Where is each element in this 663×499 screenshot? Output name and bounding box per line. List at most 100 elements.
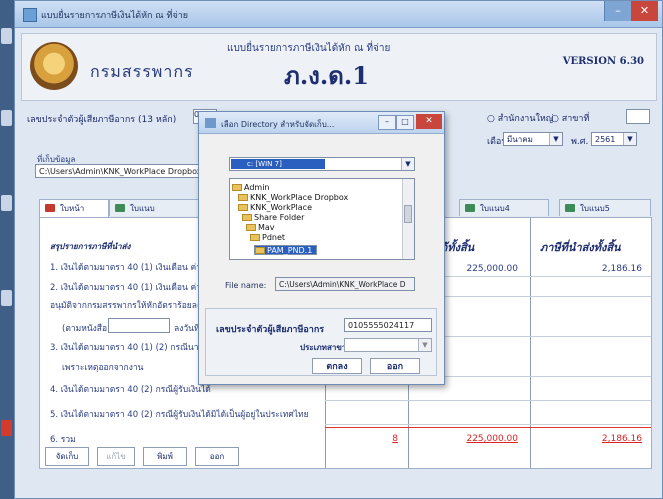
drive-select[interactable]: c: [WIN 7] ▼ xyxy=(229,157,415,171)
dialog-maximize-button[interactable]: □ xyxy=(396,115,414,130)
folder-item[interactable]: Admin xyxy=(232,183,270,193)
col-head-tax: ภาษีที่นำส่งทั้งสิ้น xyxy=(540,241,621,254)
branch-type-select[interactable]: ▼ xyxy=(344,338,432,352)
year-value: 2561 xyxy=(595,135,616,144)
line-5: 5. เงินได้ตามมาตรา 40 (2) กรณีผู้รับเงิน… xyxy=(50,410,309,420)
line-1: 1. เงินได้ตามมาตรา 40 (1) เงินเดือน ค่าจ… xyxy=(50,263,215,273)
drive-value: c: [WIN 7] xyxy=(231,159,325,169)
total-separator xyxy=(325,427,651,428)
branch-type-label: ประเภทสาขา xyxy=(300,343,347,352)
tax-row1: 2,186.16 xyxy=(601,264,642,274)
dialog-minimize-button[interactable]: – xyxy=(378,115,396,130)
form-code: ภ.ง.ด.1 xyxy=(284,61,369,90)
page-icon xyxy=(565,204,575,212)
cancel-button[interactable]: ออก xyxy=(370,358,420,374)
month-select[interactable]: มีนาคม ▼ xyxy=(503,132,563,146)
grid-line xyxy=(325,424,651,425)
desktop-icon[interactable] xyxy=(1,290,12,306)
desktop-strip xyxy=(0,0,14,499)
dialog-close-button[interactable]: ✕ xyxy=(416,114,442,129)
close-button[interactable]: ✕ xyxy=(631,1,658,21)
line-6: 6. รวม xyxy=(50,435,76,445)
dialog-tax-id-label: เลขประจำตัวผู้เสียภาษีอากร xyxy=(216,325,325,335)
tree-scrollbar[interactable] xyxy=(402,179,414,259)
location-input[interactable]: C:\Users\Admin\KNK_WorkPlace Dropbox xyxy=(35,164,215,178)
folder-label: PAM_PND.1 xyxy=(267,246,313,255)
tax-id-label: เลขประจำตัวผู้เสียภาษีอากร (13 หลัก) xyxy=(27,115,177,125)
folder-label: Pdnet xyxy=(262,233,286,242)
file-name-label: File name: xyxy=(225,281,267,290)
tab-attachment[interactable]: ใบแนบ xyxy=(109,199,209,216)
desktop-icon[interactable] xyxy=(1,195,12,211)
directory-dialog: เลือก Directory สำหรับจัดเก็บ... – □ ✕ c… xyxy=(198,111,445,385)
file-name-input[interactable]: C:\Users\Admin\KNK_WorkPlace D xyxy=(275,277,415,291)
scrollbar-thumb[interactable] xyxy=(404,205,412,223)
desktop-icon[interactable] xyxy=(1,110,12,126)
folder-label: Admin xyxy=(244,183,270,192)
form-subtitle: แบบยื่นรายการภาษีเงินได้หัก ณ ที่จ่าย xyxy=(227,43,391,54)
folder-label: KNK_WorkPlace xyxy=(250,203,313,212)
branch-number-input[interactable] xyxy=(626,109,650,124)
revenue-dept-logo xyxy=(30,42,78,90)
folder-icon xyxy=(255,247,265,254)
line-2: 2. เงินได้ตามมาตรา 40 (1) เงินเดือน ค่าจ… xyxy=(50,283,215,293)
dialog-title: เลือก Directory สำหรับจัดเก็บ... xyxy=(221,120,335,129)
section-title: สรุปรายการภาษีที่นำส่ง xyxy=(50,242,131,251)
desktop-icon[interactable] xyxy=(1,420,12,436)
folder-item[interactable]: KNK_WorkPlace Dropbox xyxy=(238,193,348,203)
radio-branch[interactable]: ○ สาขาที่ xyxy=(551,111,589,125)
line-3: 3. เงินได้ตามมาตรา 40 (1) (2) กรณีนายจ้า… xyxy=(50,343,218,353)
line-2d: ลงวันที่ xyxy=(174,324,200,334)
tab-attachment5-label: ใบแนบ5 xyxy=(580,204,610,213)
folder-item[interactable]: Share Folder xyxy=(242,213,304,223)
year-select[interactable]: 2561 ▼ xyxy=(591,132,637,146)
version-label: VERSION 6.30 xyxy=(562,56,644,67)
tab-attachment5[interactable]: ใบแนบ5 xyxy=(559,199,651,216)
chevron-down-icon: ▼ xyxy=(549,133,562,145)
dialog-title-bar: เลือก Directory สำหรับจัดเก็บ... – □ ✕ xyxy=(199,112,444,134)
folder-label: Share Folder xyxy=(254,213,305,222)
line-2c: (ตามหนังสือ xyxy=(62,324,108,334)
page-icon xyxy=(465,204,475,212)
radio-head-office[interactable]: ○ สำนักงานใหญ่ xyxy=(487,111,553,125)
folder-icon xyxy=(250,234,260,241)
minimize-button[interactable]: – xyxy=(604,1,631,21)
line-4: 4. เงินได้ตามมาตรา 40 (2) กรณีผู้รับเงิน… xyxy=(50,385,211,395)
folder-icon xyxy=(246,224,256,231)
folder-item[interactable]: Mav xyxy=(246,223,275,233)
page-icon xyxy=(115,204,125,212)
title-bar: แบบยื่นรายการภาษีเงินได้หัก ณ ที่จ่าย – … xyxy=(15,1,662,28)
agency-name: กรมสรรพากร xyxy=(90,62,194,81)
letter-number-input[interactable] xyxy=(108,318,170,333)
tab-front[interactable]: ใบหน้า xyxy=(39,199,109,218)
tab-attachment4[interactable]: ใบแนบ4 xyxy=(459,199,549,216)
exit-button[interactable]: ออก xyxy=(195,447,239,466)
folder-item-selected[interactable]: PAM_PND.1 xyxy=(254,245,318,255)
tab-attachment-label: ใบแนบ xyxy=(130,204,155,213)
page-icon xyxy=(45,204,55,212)
folder-icon xyxy=(232,184,242,191)
desktop-icon[interactable] xyxy=(1,28,12,44)
grid-line xyxy=(325,400,651,401)
save-button[interactable]: จัดเก็บ xyxy=(45,447,89,466)
folder-icon xyxy=(238,194,248,201)
folder-icon xyxy=(238,204,248,211)
folder-icon xyxy=(242,214,252,221)
line-3b: เพราะเหตุออกจากงาน xyxy=(62,363,144,373)
print-button[interactable]: พิมพ์ xyxy=(143,447,187,466)
edit-button[interactable]: แก้ไข xyxy=(97,447,135,466)
chevron-down-icon: ▼ xyxy=(623,133,636,145)
year-label: พ.ศ. xyxy=(571,137,589,147)
folder-tree[interactable]: Admin KNK_WorkPlace Dropbox KNK_WorkPlac… xyxy=(229,178,415,260)
grid-line xyxy=(530,218,531,468)
form-header: กรมสรรพากร แบบยื่นรายการภาษีเงินได้หัก ณ… xyxy=(21,33,657,101)
ok-button[interactable]: ตกลง xyxy=(312,358,362,374)
folder-item[interactable]: KNK_WorkPlace xyxy=(238,203,312,213)
dialog-tax-id-input[interactable]: 0105555024117 xyxy=(344,318,432,332)
folder-item[interactable]: Pdnet xyxy=(250,233,285,243)
month-value: มีนาคม xyxy=(507,135,533,144)
dialog-info-panel: เลขประจำตัวผู้เสียภาษีอากร 0105555024117… xyxy=(205,308,437,376)
total-income: 225,000.00 xyxy=(466,434,518,444)
total-tax: 2,186.16 xyxy=(601,434,642,444)
chevron-down-icon: ▼ xyxy=(401,158,414,170)
